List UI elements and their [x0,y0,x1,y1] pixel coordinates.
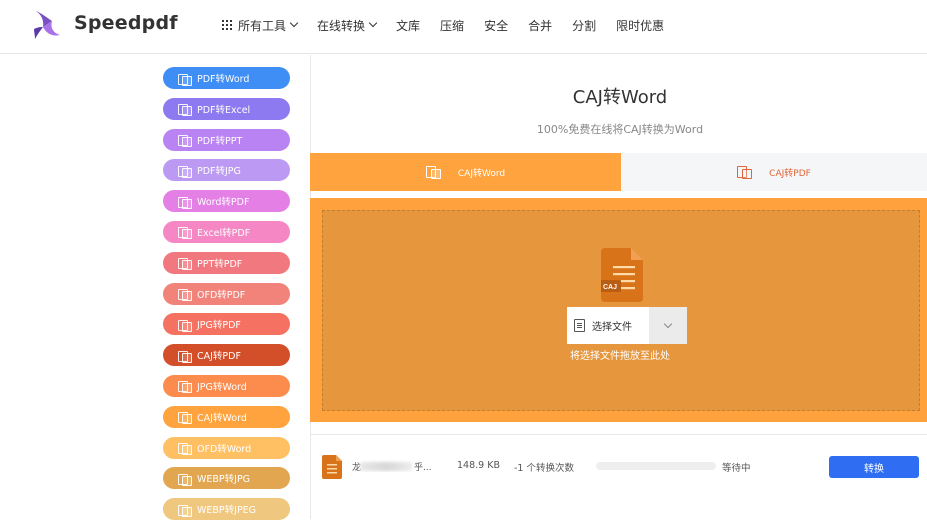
sidebar-item-pdf-to-word[interactable]: PDF转Word [163,67,290,89]
chevron-down-icon [289,18,299,28]
conversion-tabs: CAJ转Word CAJ转PDF [310,153,927,191]
tab-label: CAJ转Word [457,168,506,179]
conversion-progress-bar [596,462,716,470]
convert-icon [178,473,192,486]
tab-caj-to-word[interactable]: CAJ转Word [310,153,621,191]
sidebar-item-pdf-to-jpg[interactable]: PDF转JPG [163,159,290,182]
nav-merge-label: 合并 [528,18,553,33]
convert-icon [178,165,192,178]
sidebar-item-label: CAJ转Word [197,412,247,424]
tab-label: CAJ转PDF [769,168,811,179]
nav-split[interactable]: 分割 [572,17,596,34]
convert-icon [425,166,441,179]
grid-icon [222,20,232,30]
nav-compress[interactable]: 压缩 [440,17,464,34]
sidebar-item-jpg-to-word[interactable]: JPG转Word [163,374,290,397]
conversion-count: -1 个转换次数 [514,463,574,474]
sidebar-item-label: Excel转PDF [197,227,251,239]
sidebar-item-webp-to-jpg[interactable]: WEBP转JPG [163,467,290,490]
sidebar-item-word-to-pdf[interactable]: Word转PDF [163,190,290,213]
sidebar-item-label: CAJ转PDF [197,351,241,363]
sidebar-item-ofd-to-word[interactable]: OFD转Word [163,436,290,459]
sidebar-item-ofd-to-pdf[interactable]: OFD转PDF [163,282,290,305]
file-name-suffix: 乎... [414,463,432,472]
convert-icon [178,319,192,332]
document-icon [574,319,585,332]
sidebar-item-label: WEBP转JPEG [197,505,257,517]
sidebar-item-label: WEBP转JPG [197,474,251,486]
tab-caj-to-pdf[interactable]: CAJ转PDF [621,153,927,191]
sidebar-item-caj-to-pdf[interactable]: CAJ转PDF [163,344,290,367]
brand-name[interactable]: Speedpdf [74,12,178,34]
redacted-name-blur [360,462,412,471]
nav-split-label: 分割 [572,18,597,33]
page-subtitle: 100%免费在线将CAJ转换为Word [536,123,704,136]
nav-online-convert[interactable]: 在线转换 [317,17,378,34]
sidebar-item-label: JPG转Word [197,381,247,393]
convert-icon [178,288,192,302]
nav-all-tools[interactable]: 所有工具 [222,17,299,34]
page-title: CAJ转Word [572,87,668,108]
nav-security[interactable]: 安全 [484,17,508,34]
sidebar-item-label: PDF转Excel [197,104,251,116]
convert-icon [178,103,192,117]
speedpdf-logo-icon[interactable] [32,9,66,41]
convert-icon [178,411,192,425]
sidebar-item-excel-to-pdf[interactable]: Excel转PDF [163,220,290,243]
sidebar-item-label: PDF转PPT [197,135,243,147]
convert-button[interactable]: 转换 [829,456,919,478]
caj-file-icon: CAJ [601,248,643,302]
nav-online-convert-label: 在线转换 [317,18,366,33]
select-file-main[interactable]: 选择文件 [567,307,649,344]
chevron-down-icon [368,18,378,28]
nav-security-label: 安全 [484,18,509,33]
sidebar-item-label: Word转PDF [197,197,250,209]
sidebar-item-label: PPT转PDF [197,258,243,270]
sidebar-item-label: OFD转PDF [197,289,246,301]
convert-icon [178,73,192,86]
sidebar-item-jpg-to-pdf[interactable]: JPG转PDF [163,313,290,336]
sidebar-item-caj-to-word[interactable]: CAJ转Word [163,405,290,428]
sidebar-item-ppt-to-pdf[interactable]: PPT转PDF [163,251,290,274]
file-name: 龙 乎... [352,460,438,472]
convert-icon [178,380,192,394]
nav-library[interactable]: 文库 [396,17,420,34]
drop-hint: 将选择文件拖放至此处 [570,351,670,362]
select-file-label: 选择文件 [592,322,632,333]
sidebar-item-label: PDF转JPG [197,166,241,178]
convert-icon [178,442,192,456]
sidebar-item-label: OFD转Word [197,443,252,455]
file-size: 148.9 KB [457,460,500,471]
convert-icon [178,257,192,271]
nav-limited-offer-label: 限时优惠 [616,18,665,33]
top-header: Speedpdf 所有工具 在线转换 文库 压缩 安全 合并 分割 限时优惠 [0,0,927,54]
convert-icon [178,196,192,209]
convert-icon [178,350,192,363]
nav-merge[interactable]: 合并 [528,17,552,34]
caj-file-icon-label: CAJ [603,284,617,291]
main-nav: 所有工具 在线转换 文库 压缩 安全 合并 分割 限时优惠 [222,16,684,34]
sidebar-item-pdf-to-excel[interactable]: PDF转Excel [163,97,290,120]
sidebar-item-pdf-to-ppt[interactable]: PDF转PPT [163,128,290,151]
nav-limited-offer[interactable]: 限时优惠 [616,17,664,34]
nav-library-label: 文库 [396,18,421,33]
convert-icon [737,166,753,179]
sidebar-item-webp-to-jpeg[interactable]: WEBP转JPEG [163,498,290,521]
chevron-down-icon [663,319,673,328]
convert-icon [178,226,192,240]
tools-sidebar: PDF转Word PDF转Excel PDF转PPT PDF转JPG Word转… [163,67,290,529]
sidebar-item-label: JPG转PDF [197,320,241,332]
sidebar-item-label: PDF转Word [197,74,250,85]
convert-icon [178,134,192,148]
select-source-dropdown[interactable] [649,307,687,344]
caj-file-icon [322,455,342,479]
nav-compress-label: 压缩 [440,18,465,33]
convert-icon [178,504,192,517]
select-file-button[interactable]: 选择文件 [567,307,687,344]
status-text: 等待中 [722,463,751,474]
nav-all-tools-label: 所有工具 [238,18,287,33]
